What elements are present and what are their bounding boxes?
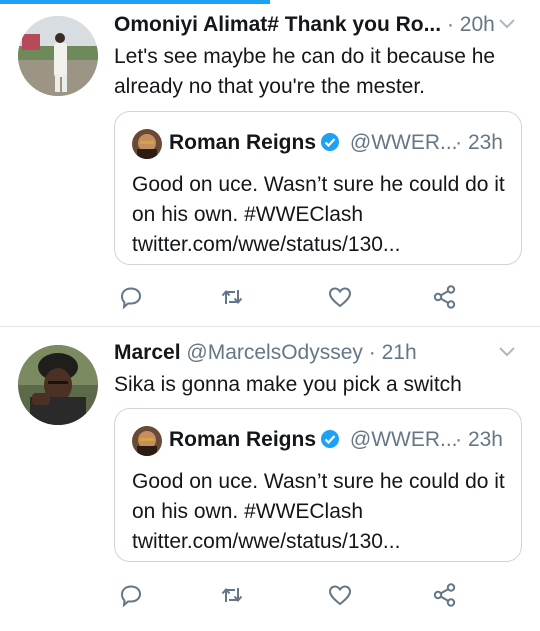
display-name[interactable]: Marcel — [114, 341, 181, 364]
quoted-timestamp: · 23h — [455, 425, 503, 455]
share-icon[interactable] — [432, 284, 458, 310]
reply-icon[interactable] — [118, 582, 144, 608]
quoted-tweet-text: Good on uce. Wasn’t sure he could do it … — [132, 470, 505, 553]
retweet-icon[interactable] — [219, 284, 245, 310]
verified-badge-icon — [320, 131, 340, 151]
quoted-display-name: Roman Reigns — [169, 428, 317, 451]
timestamp[interactable]: 20h — [460, 13, 494, 36]
reply-icon[interactable] — [118, 284, 144, 310]
tweet-actions — [114, 284, 494, 312]
separator-dot: · — [368, 341, 376, 364]
like-icon[interactable] — [327, 284, 353, 310]
quoted-tweet-card[interactable]: Roman Reigns @WWER... · 23h Good on uce.… — [114, 408, 522, 562]
quoted-time-value: 23h — [467, 428, 503, 451]
quoted-handle: @WWER... — [349, 131, 458, 154]
quoted-avatar — [132, 129, 162, 159]
timestamp[interactable]: 21h — [382, 341, 417, 364]
tweet-header: Omoniyi Alimat# Thank you Ro... · 20h — [114, 10, 494, 40]
chevron-down-icon[interactable] — [496, 12, 518, 34]
like-icon[interactable] — [327, 582, 353, 608]
separator-dot: · — [446, 13, 454, 36]
display-name[interactable]: Omoniyi Alimat# Thank you Ro... — [114, 13, 441, 36]
handle[interactable]: @MarcelsOdyssey — [186, 341, 363, 364]
tweet-actions — [114, 582, 494, 610]
separator-dot: · — [455, 131, 463, 154]
quoted-time-value: 23h — [467, 131, 503, 154]
quoted-timestamp: · 23h — [455, 128, 503, 158]
quoted-handle: @WWER... — [349, 428, 458, 451]
avatar[interactable] — [18, 16, 98, 96]
share-icon[interactable] — [432, 582, 458, 608]
tweet[interactable]: Marcel @MarcelsOdyssey · 21h Sika is gon… — [0, 328, 540, 631]
quoted-tweet-header: Roman Reigns @WWER... · 23h — [169, 425, 519, 455]
tweet[interactable]: Omoniyi Alimat# Thank you Ro... · 20h Le… — [0, 0, 540, 327]
separator-dot: · — [455, 428, 463, 451]
tweet-text: Sika is gonna make you pick a switch — [114, 373, 462, 396]
retweet-icon[interactable] — [219, 582, 245, 608]
avatar[interactable] — [18, 345, 98, 425]
quoted-tweet-card[interactable]: Roman Reigns @WWER... · 23h Good on uce.… — [114, 111, 522, 265]
quoted-display-name: Roman Reigns — [169, 131, 317, 154]
quoted-tweet-header: Roman Reigns @WWER... · 23h — [169, 128, 519, 158]
tweet-text: Let's see maybe he can do it because he … — [114, 45, 496, 98]
verified-badge-icon — [320, 428, 340, 448]
chevron-down-icon[interactable] — [496, 340, 518, 362]
tweet-header: Marcel @MarcelsOdyssey · 21h — [114, 338, 494, 368]
quoted-tweet-text: Good on uce. Wasn’t sure he could do it … — [132, 173, 505, 256]
quoted-avatar — [132, 426, 162, 456]
